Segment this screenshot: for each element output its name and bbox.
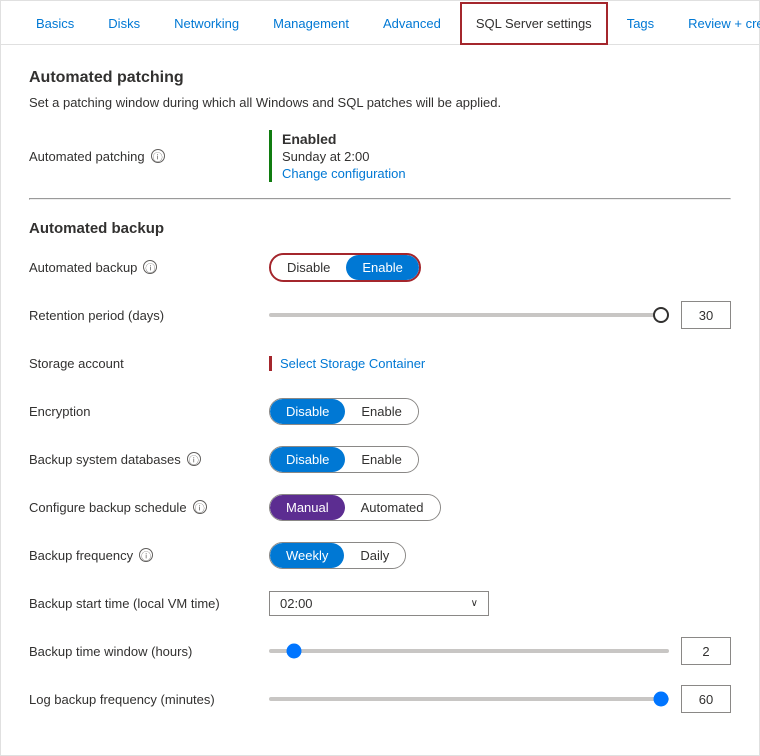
- backup-sys-disable-btn[interactable]: Disable: [270, 447, 345, 472]
- patching-info-icon[interactable]: ⓘ: [151, 149, 165, 163]
- encryption-toggle-group: Disable Enable: [269, 398, 419, 425]
- log-frequency-slider[interactable]: [269, 697, 669, 701]
- backup-section-title: Automated backup: [29, 220, 731, 237]
- frequency-daily-btn[interactable]: Daily: [344, 543, 405, 568]
- encryption-row: Encryption Disable Enable: [29, 395, 731, 427]
- patching-value: Enabled Sunday at 2:00 Change configurat…: [269, 130, 731, 182]
- storage-label: Storage account: [29, 356, 269, 371]
- log-frequency-value: 60: [269, 685, 731, 713]
- patching-status: Enabled Sunday at 2:00 Change configurat…: [282, 131, 406, 181]
- retention-value-box: 30: [681, 301, 731, 329]
- time-window-slider[interactable]: [269, 649, 669, 653]
- frequency-info-icon[interactable]: ⓘ: [139, 548, 153, 562]
- time-window-slider-container: [269, 641, 669, 661]
- configure-info-icon[interactable]: ⓘ: [193, 500, 207, 514]
- patching-section-title: Automated patching: [29, 69, 731, 87]
- encryption-enable-btn[interactable]: Enable: [345, 399, 417, 424]
- patching-green-bar: [269, 130, 272, 182]
- patching-change-link[interactable]: Change configuration: [282, 166, 406, 181]
- tab-tags[interactable]: Tags: [612, 3, 669, 44]
- time-window-value: 2: [269, 637, 731, 665]
- section-divider: [29, 198, 731, 200]
- backup-sys-enable-btn[interactable]: Enable: [345, 447, 417, 472]
- backup-info-icon[interactable]: ⓘ: [143, 260, 157, 274]
- automated-backup-section: Automated backup Automated backup ⓘ Disa…: [29, 220, 731, 715]
- backup-sys-row: Backup system databases ⓘ Disable Enable: [29, 443, 731, 475]
- main-container: Basics Disks Networking Management Advan…: [0, 0, 760, 756]
- start-time-dropdown[interactable]: 02:00 ∨: [269, 591, 489, 616]
- backup-enable-btn[interactable]: Enable: [346, 255, 418, 280]
- frequency-value: Weekly Daily: [269, 542, 731, 569]
- backup-toggle-label: Automated backup ⓘ: [29, 260, 269, 275]
- configure-label: Configure backup schedule ⓘ: [29, 500, 269, 515]
- backup-toggle-value: Disable Enable: [269, 253, 731, 282]
- time-window-value-box: 2: [681, 637, 731, 665]
- backup-sys-toggle-group: Disable Enable: [269, 446, 419, 473]
- backup-sys-value: Disable Enable: [269, 446, 731, 473]
- patching-row: Automated patching ⓘ Enabled Sunday at 2…: [29, 130, 731, 182]
- retention-label: Retention period (days): [29, 308, 269, 323]
- automated-patching-section: Automated patching Set a patching window…: [29, 69, 731, 182]
- patching-label: Automated patching ⓘ: [29, 149, 269, 164]
- configure-manual-btn[interactable]: Manual: [270, 495, 345, 520]
- start-time-selected: 02:00: [280, 596, 313, 611]
- nav-tabs: Basics Disks Networking Management Advan…: [1, 1, 759, 45]
- storage-row: Storage account Select Storage Container: [29, 347, 731, 379]
- retention-slider[interactable]: [269, 313, 669, 317]
- retention-row: Retention period (days) 30: [29, 299, 731, 331]
- retention-slider-container: [269, 305, 669, 325]
- tab-advanced[interactable]: Advanced: [368, 3, 456, 44]
- dropdown-chevron-icon: ∨: [471, 598, 478, 609]
- backup-toggle-group: Disable Enable: [269, 253, 421, 282]
- backup-disable-btn[interactable]: Disable: [271, 255, 346, 280]
- backup-sys-info-icon[interactable]: ⓘ: [187, 452, 201, 466]
- log-frequency-slider-container: [269, 689, 669, 709]
- patching-status-enabled: Enabled: [282, 131, 406, 147]
- configure-row: Configure backup schedule ⓘ Manual Autom…: [29, 491, 731, 523]
- time-window-row: Backup time window (hours) 2: [29, 635, 731, 667]
- start-time-label: Backup start time (local VM time): [29, 596, 269, 611]
- storage-value: Select Storage Container: [269, 356, 731, 371]
- start-time-value: 02:00 ∨: [269, 591, 731, 616]
- tab-sql-server-settings[interactable]: SQL Server settings: [460, 2, 608, 45]
- tab-disks[interactable]: Disks: [93, 3, 155, 44]
- main-content: Automated patching Set a patching window…: [1, 45, 759, 755]
- configure-value: Manual Automated: [269, 494, 731, 521]
- tab-management[interactable]: Management: [258, 3, 364, 44]
- tab-basics[interactable]: Basics: [21, 3, 89, 44]
- tab-review-create[interactable]: Review + create: [673, 3, 760, 44]
- time-window-label: Backup time window (hours): [29, 644, 269, 659]
- frequency-row: Backup frequency ⓘ Weekly Daily: [29, 539, 731, 571]
- log-frequency-slider-row: 60: [269, 685, 731, 713]
- tab-networking[interactable]: Networking: [159, 3, 254, 44]
- encryption-value: Disable Enable: [269, 398, 731, 425]
- frequency-toggle-group: Weekly Daily: [269, 542, 406, 569]
- storage-select-link[interactable]: Select Storage Container: [280, 356, 425, 371]
- log-frequency-value-box: 60: [681, 685, 731, 713]
- frequency-weekly-btn[interactable]: Weekly: [270, 543, 344, 568]
- log-frequency-label: Log backup frequency (minutes): [29, 692, 269, 707]
- patching-status-time: Sunday at 2:00: [282, 149, 406, 164]
- storage-link-wrapper: Select Storage Container: [269, 356, 425, 371]
- log-frequency-row: Log backup frequency (minutes) 60: [29, 683, 731, 715]
- frequency-label: Backup frequency ⓘ: [29, 548, 269, 563]
- backup-sys-label: Backup system databases ⓘ: [29, 452, 269, 467]
- start-time-row: Backup start time (local VM time) 02:00 …: [29, 587, 731, 619]
- encryption-label: Encryption: [29, 404, 269, 419]
- configure-toggle-group: Manual Automated: [269, 494, 441, 521]
- retention-slider-row: 30: [269, 301, 731, 329]
- encryption-disable-btn[interactable]: Disable: [270, 399, 345, 424]
- configure-automated-btn[interactable]: Automated: [345, 495, 440, 520]
- backup-toggle-row: Automated backup ⓘ Disable Enable: [29, 251, 731, 283]
- patching-section-desc: Set a patching window during which all W…: [29, 95, 731, 110]
- time-window-slider-row: 2: [269, 637, 731, 665]
- retention-value: 30: [269, 301, 731, 329]
